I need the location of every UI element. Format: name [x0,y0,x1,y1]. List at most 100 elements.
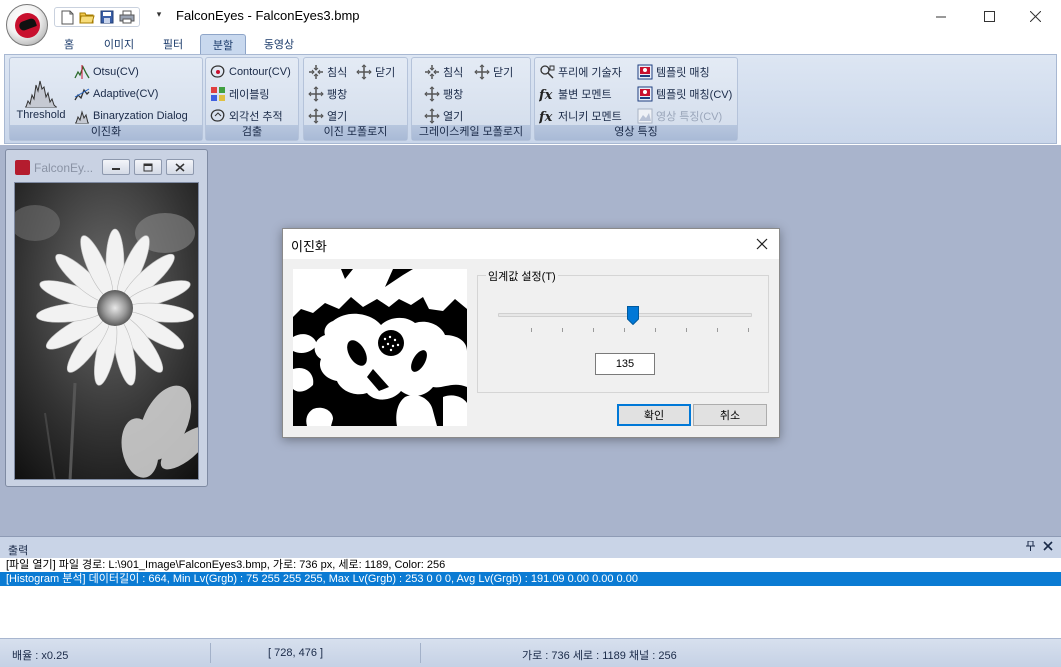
tab-video[interactable]: 동영상 [254,34,304,54]
status-cursor-coords: [ 728, 476 ] [268,647,324,659]
binary-dilate-button[interactable]: 팽창 [308,84,347,104]
binarization-dialog: 이진화 임계값 설정(T) 135 확인 취소 [282,228,780,438]
tab-image[interactable]: 이미지 [96,34,142,54]
tab-home[interactable]: 홈 [52,34,86,54]
binary-erode-button[interactable]: 침식 [308,62,347,82]
maximize-icon [983,10,995,22]
child-minimize-button[interactable] [102,159,130,175]
status-zoom: 배율 : x0.25 [12,650,69,662]
close-button[interactable] [1012,0,1058,32]
maximize-button[interactable] [966,0,1012,32]
output-line[interactable]: [파일 열기] 파일 경로: L:\901_Image\FalconEyes3.… [0,558,1061,572]
dilate-icon [308,86,324,102]
slider-tick [655,328,656,332]
group-label-binary-morphology: 이진 모폴로지 [304,125,407,140]
minimize-button[interactable] [918,0,964,32]
threshold-button[interactable]: Threshold [12,62,70,124]
tab-segmentation[interactable]: 분할 [200,34,246,54]
qat-dropdown-icon[interactable]: ▾ [154,9,164,23]
template-cv-icon [637,86,653,102]
restore-icon [143,163,153,171]
gray-erode-label: 침식 [443,67,464,79]
tab-filter[interactable]: 필터 [152,34,194,54]
status-bar: 배율 : x0.25 [ 728, 476 ] 가로 : 736 세로 : 11… [0,638,1061,667]
outline-trace-label: 외각선 추적 [229,111,283,123]
threshold-label: Threshold [16,109,66,121]
contour-button[interactable]: Contour(CV) [210,62,291,82]
title-bar: ▾ FalconEyes - FalconEyes3.bmp [0,0,1061,46]
close-icon [756,238,768,250]
minimize-icon [935,16,946,17]
adaptive-label: Adaptive(CV) [93,88,159,100]
ribbon-tabs: 홈 이미지 필터 분할 동영상 [0,32,1061,54]
gray-erode-icon [424,64,440,80]
open-folder-icon[interactable] [78,9,96,25]
template-matching-button[interactable]: 템플릿 매칭 [637,62,710,82]
threshold-slider-thumb[interactable] [626,306,639,325]
group-label-grayscale-morphology: 그레이스케일 모폴로지 [412,125,530,140]
image-feature-cv-button[interactable]: 영상 특징(CV) [637,106,722,126]
group-detection: Contour(CV) 레이블링 외각선 추적 검출 [205,57,299,141]
group-image-features: 푸리에 기술자 fx 불변 모멘트 fx 저니키 모멘트 템플릿 매칭 템플릿 … [534,57,738,141]
zernike-moment-button[interactable]: fx 저니키 모멘트 [539,106,622,126]
output-line-selected[interactable]: [Histogram 분석] 데이터길이 : 664, Min Lv(Grgb)… [0,572,1061,586]
falconeyes-doc-icon [15,160,30,175]
outline-trace-icon [210,108,226,124]
close-morph-icon [356,64,372,80]
dialog-title-bar: 이진화 [283,229,779,259]
binaryzation-dialog-icon [74,108,90,124]
dialog-close-button[interactable] [749,231,775,257]
invariant-moment-button[interactable]: fx 불변 모멘트 [539,84,612,104]
gray-open-button[interactable]: 열기 [424,106,463,126]
slider-tick [748,328,749,332]
fourier-descriptor-label: 푸리에 기술자 [558,67,622,79]
adaptive-button[interactable]: Adaptive(CV) [74,84,158,104]
binary-open-button[interactable]: 열기 [308,106,347,126]
labeling-button[interactable]: 레이블링 [210,84,269,104]
template-matching-cv-button[interactable]: 템플릿 매칭(CV) [637,84,732,104]
fourier-descriptor-button[interactable]: 푸리에 기술자 [539,62,622,82]
save-icon[interactable] [98,9,116,25]
output-close-icon[interactable] [1043,540,1053,554]
otsu-button[interactable]: Otsu(CV) [74,62,139,82]
gray-dilate-icon [424,86,440,102]
group-binary-morphology: 침식 닫기 팽창 열기 이진 모폴로지 [303,57,408,141]
otsu-label: Otsu(CV) [93,66,139,78]
output-pane-title: 출력 [8,545,29,557]
new-file-icon[interactable] [58,9,76,25]
group-label-binarization: 이진화 [10,125,202,140]
threshold-slider-track[interactable] [498,313,752,317]
gray-open-label: 열기 [443,111,464,123]
threshold-value-field[interactable]: 135 [595,353,655,375]
ribbon-panel: Threshold Otsu(CV) Adaptive(CV) Binaryza… [4,54,1057,144]
fx-icon: fx [539,108,555,124]
binary-close-button[interactable]: 닫기 [356,62,395,82]
app-logo-icon[interactable] [6,4,48,46]
group-grayscale-morphology: 침식 닫기 팽창 열기 그레이스케일 모폴로지 [411,57,531,141]
child-close-button[interactable] [166,159,194,175]
pin-icon[interactable] [1026,540,1035,554]
gray-close-button[interactable]: 닫기 [474,62,513,82]
child-window-title-text: FalconEy... [34,160,94,175]
ok-button[interactable]: 확인 [617,404,691,426]
binaryzation-dialog-button[interactable]: Binaryzation Dialog [74,106,188,126]
svg-text:fx: fx [539,110,553,124]
gray-open-icon [424,108,440,124]
gray-erode-button[interactable]: 침식 [424,62,463,82]
window-title: FalconEyes - FalconEyes3.bmp [176,8,360,23]
child-restore-button[interactable] [134,159,162,175]
slider-tick [531,328,532,332]
erode-icon [308,64,324,80]
image-child-window[interactable]: FalconEy... [5,149,208,487]
quick-access-toolbar [54,7,140,27]
template-matching-label: 템플릿 매칭 [656,67,710,79]
outline-trace-button[interactable]: 외각선 추적 [210,106,283,126]
cancel-button[interactable]: 취소 [693,404,767,426]
slider-tick [624,328,625,332]
grayscale-flower-image [14,182,199,480]
svg-text:fx: fx [539,88,553,102]
print-icon[interactable] [118,9,136,25]
gray-dilate-button[interactable]: 팽창 [424,84,463,104]
histogram-icon [25,80,57,108]
threshold-group: 임계값 설정(T) 135 [477,268,769,393]
